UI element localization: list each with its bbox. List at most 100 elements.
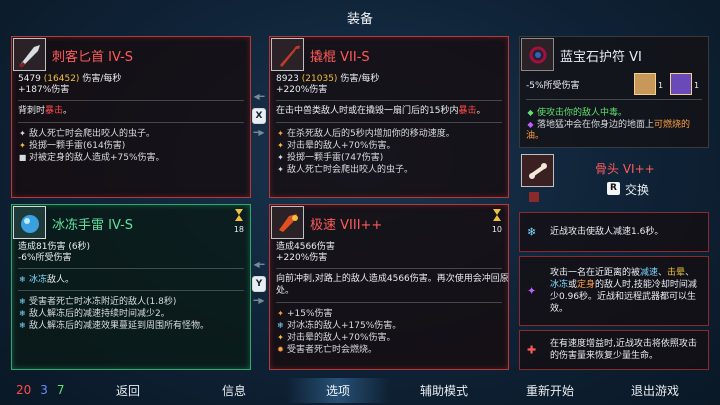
bone-mini-icon xyxy=(529,192,539,202)
snowflake-icon: ❄ xyxy=(19,297,26,306)
dps-crit-value: (21035) xyxy=(301,74,338,84)
affix-line: 在杀死敌人后的5秒内增加你的移动速度。 xyxy=(287,129,455,139)
slow-keyword: 减速 xyxy=(640,268,659,278)
arrow-left-icon: ◀━ xyxy=(253,92,265,101)
speed-icon xyxy=(271,206,304,239)
dps-value: 5479 xyxy=(18,74,41,84)
freeze-grenade-icon xyxy=(13,206,46,239)
menu-assist-mode[interactable]: 辅助模式 xyxy=(420,382,468,399)
bottom-menu: 返回 信息 选项 辅助模式 重新开始 退出游戏 xyxy=(0,378,720,403)
dps-unit: 伤害/每秒 xyxy=(340,74,380,84)
hint-text: 近战攻击使敌人减速1.6秒。 xyxy=(550,227,664,237)
star-icon: ✦ xyxy=(277,165,284,174)
affix-line: 受害者死亡时冰冻附近的敌人(1.8秒) xyxy=(29,297,177,307)
page-title: 装备 xyxy=(346,12,373,27)
affix-line: +15%伤害 xyxy=(287,309,333,319)
snowflake-icon: ❄ xyxy=(19,275,26,284)
crowbar-icon xyxy=(271,38,304,71)
swap-label[interactable]: 交换 xyxy=(625,181,649,198)
slam-icon: ◆ xyxy=(527,120,534,129)
affix-line: 投掷一颗手雷(747伤害) xyxy=(287,153,384,163)
damage-bonus: +220%伤害 xyxy=(276,253,328,263)
star-icon: ✦ xyxy=(277,141,284,150)
amulet-card[interactable]: 蓝宝石护符 VI 1 1 -5%所受伤害 ◆ 使攻击你的敌人中毒。 ◆ 落地猛冲会在… xyxy=(519,36,709,148)
menu-back[interactable]: 返回 xyxy=(116,382,140,399)
affix-line: 对击晕的敌人+70%伤害。 xyxy=(287,333,396,343)
lock-icon: ■ xyxy=(18,153,27,162)
weapon-card-dagger[interactable]: 刺客匕首 IV-S 5479 (16452) 伤害/每秒 +187%伤害 背刺时… xyxy=(11,36,251,198)
weapon-name: 刺客匕首 IV-S xyxy=(52,50,134,65)
cooldown-value: 10 xyxy=(491,225,502,234)
crit-keyword: 暴击 xyxy=(458,106,477,116)
star-icon: ✦ xyxy=(277,309,284,318)
desc-text: 向前冲刺,对路上的敌人造成4566伤害。再次使用会冲回原 xyxy=(276,274,509,284)
skill-name: 极速 VIII++ xyxy=(310,218,383,233)
skill-card-freeze-grenade[interactable]: 冰冻手雷 IV-S 18 造成81伤害 (6秒) -6%所受伤害 ❄ 冰冻敌人。 … xyxy=(11,204,251,370)
damage-bonus: +187%伤害 xyxy=(18,85,70,95)
stun-keyword: 击晕 xyxy=(667,268,686,278)
arrow-right-icon: ━▶ xyxy=(253,296,265,305)
affix-line: 敌人解冻后的减速持续时间减少2。 xyxy=(29,309,170,319)
defense-line: -5%所受伤害 xyxy=(526,81,580,91)
swap-r-key[interactable]: R xyxy=(607,182,620,195)
poison-icon: ◆ xyxy=(527,108,534,117)
fire-icon: ✹ xyxy=(277,345,284,354)
menu-restart[interactable]: 重新开始 xyxy=(526,382,574,399)
desc-text: 背刺时 xyxy=(18,106,46,116)
affix-line: 投掷一颗手雷(614伤害) xyxy=(29,141,126,151)
dps-unit: 伤害/每秒 xyxy=(82,74,122,84)
swap-y-key[interactable]: Y xyxy=(252,276,266,292)
dps-crit-value: (16452) xyxy=(43,74,80,84)
oil-keyword: 可燃烧的 xyxy=(654,120,691,130)
hourglass-icon xyxy=(234,208,244,225)
star-icon: ✦ xyxy=(277,333,284,342)
hint-text: 攻击一名在近距离的被 xyxy=(550,268,641,278)
menu-quit-game[interactable]: 退出游戏 xyxy=(631,382,679,399)
dps-value: 8923 xyxy=(276,74,299,84)
damage-line: 造成81伤害 (6秒) xyxy=(18,242,91,252)
hint-text: 、 xyxy=(685,268,695,278)
swap-x-key[interactable]: X xyxy=(252,108,266,124)
skill-card-speed[interactable]: 极速 VIII++ 10 造成4566伤害 +220%伤害 向前冲刺,对路上的敌… xyxy=(269,204,509,370)
heal-icon: ✚ xyxy=(527,343,537,357)
affix-line: 敌人解冻后的减速效果蔓延到周围所有怪物。 xyxy=(29,321,210,331)
damage-line: 造成4566伤害 xyxy=(276,242,335,252)
affix-line: 对冰冻的敌人+175%伤害。 xyxy=(287,321,402,331)
desc-text: 敌人。 xyxy=(47,275,75,285)
amulet-name: 蓝宝石护符 VI xyxy=(560,50,642,65)
star-icon: ✦ xyxy=(277,153,284,162)
affix-line: 对被定身的敌人造成+75%伤害。 xyxy=(29,153,165,163)
freeze-keyword: 冰冻 xyxy=(29,275,48,285)
desc-text: 处。 xyxy=(276,286,295,296)
affix-line: 落地猛冲会在你身边的地面上 xyxy=(537,120,655,130)
affix-line: 对击晕的敌人+70%伤害。 xyxy=(287,141,396,151)
snowflake-icon: ❄ xyxy=(19,309,26,318)
weapon-card-crowbar[interactable]: 撬棍 VII-S 8923 (21035) 伤害/每秒 +220%伤害 在击中兽… xyxy=(269,36,509,198)
cooldown-icon: ✦ xyxy=(527,284,537,298)
desc-text: 。 xyxy=(63,106,73,116)
star-icon: ✦ xyxy=(277,129,284,138)
bone-name: 骨头 VI++ xyxy=(595,162,655,176)
amulet-icon xyxy=(521,38,554,71)
bone-header[interactable]: 骨头 VI++ R 交换 xyxy=(519,152,709,204)
bone-icon xyxy=(521,154,554,187)
cooldown-value: 18 xyxy=(233,225,244,234)
hint-text: 、 xyxy=(658,268,668,278)
crit-keyword: 暴击 xyxy=(45,106,64,116)
star-icon: ✦ xyxy=(19,129,26,138)
freeze-keyword: 冰冻 xyxy=(550,280,569,290)
desc-text: 在击中兽类敌人时或在撬毁一扇门后的15秒内 xyxy=(276,106,459,116)
weapon-name: 撬棍 VII-S xyxy=(310,50,370,65)
dagger-icon xyxy=(13,38,46,71)
menu-options[interactable]: 选项 xyxy=(285,378,391,403)
damage-bonus: +220%伤害 xyxy=(276,85,328,95)
hint-text: 在有速度增益时,近战攻击将依照攻击的伤害量来恢复少量生命。 xyxy=(550,339,697,361)
snowflake-icon: ❄ xyxy=(277,321,284,330)
affix-line: 使攻击你的敌人中毒。 xyxy=(537,108,628,118)
arrow-left-icon: ◀━ xyxy=(253,260,265,269)
root-keyword: 定身 xyxy=(577,280,596,290)
bone-hint-2: ✦ 攻击一名在近距离的被减速、击晕、冰冻或定身的敌人时,技能冷却时间减少0.96… xyxy=(519,256,709,326)
star-icon: ✦ xyxy=(19,141,26,150)
affix-line: 油。 xyxy=(526,131,545,141)
menu-info[interactable]: 信息 xyxy=(222,382,246,399)
